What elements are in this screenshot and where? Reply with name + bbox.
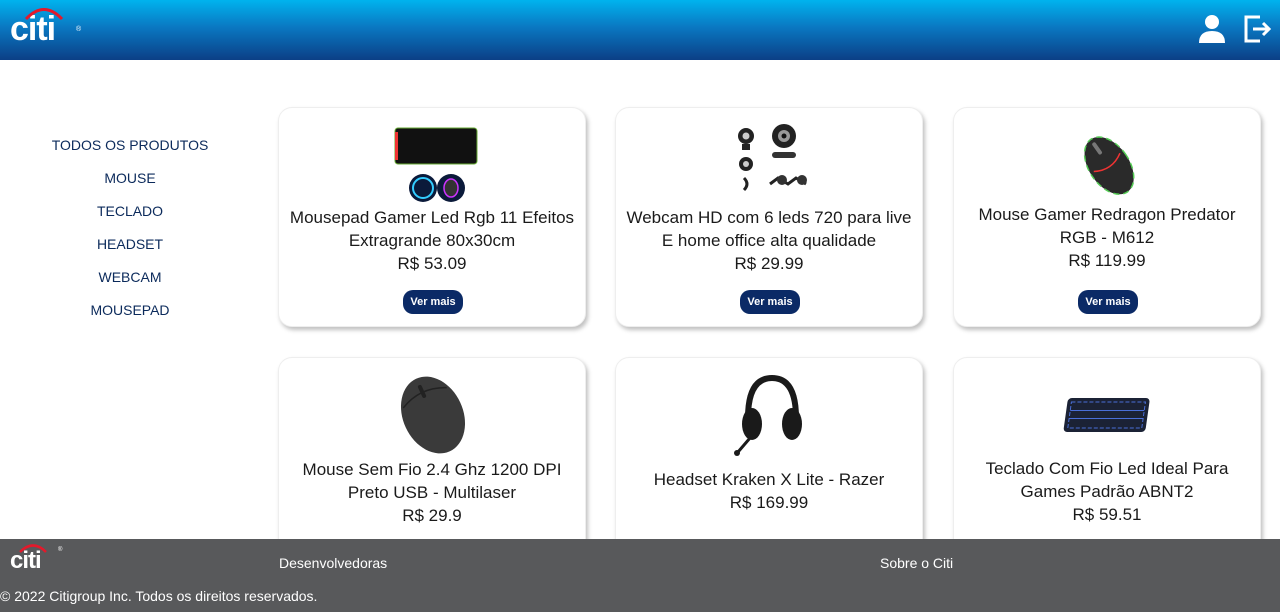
product-title: Webcam HD com 6 leds 720 para live E hom…: [626, 208, 912, 250]
keyboard-image: [1063, 398, 1150, 432]
webcam-image: [738, 124, 807, 192]
product-title: Mouse Sem Fio 2.4 Ghz 1200 DPI Preto USB…: [302, 460, 562, 502]
user-icon[interactable]: [1196, 13, 1228, 45]
product-price: R$ 29.99: [734, 254, 804, 273]
gaming-mouse-image: [1083, 136, 1135, 196]
sidebar-item-webcam[interactable]: WEBCAM: [30, 265, 230, 298]
product-price: R$ 59.51: [1072, 505, 1142, 524]
sidebar-item-mouse[interactable]: MOUSE: [30, 166, 230, 199]
logout-icon[interactable]: [1240, 13, 1272, 45]
footer-logo: citi ®: [10, 544, 63, 575]
see-more-button[interactable]: Ver mais: [403, 290, 463, 314]
sidebar-item-keyboard[interactable]: TECLADO: [30, 199, 230, 232]
sidebar-item-headset[interactable]: HEADSET: [30, 232, 230, 265]
footer-link-developers[interactable]: Desenvolvedoras: [279, 555, 387, 571]
product-card: Mouse Gamer Redragon Predator RGB - M612…: [953, 107, 1261, 327]
registered-mark: ®: [58, 547, 63, 553]
category-sidebar: TODOS OS PRODUTOS MOUSE TECLADO HEADSET …: [30, 133, 230, 331]
product-title: Headset Kraken X Lite - Razer: [653, 470, 885, 489]
product-card: Mousepad Gamer Led Rgb 11 Efeitos Extrag…: [278, 107, 586, 327]
product-title: Teclado Com Fio Led Ideal Para Games Pad…: [985, 459, 1229, 501]
footer-link-about[interactable]: Sobre o Citi: [880, 555, 953, 571]
citi-logo[interactable]: citi ®: [10, 8, 81, 49]
header: citi ®: [0, 0, 1280, 60]
product-price: R$ 53.09: [397, 254, 467, 273]
product-price: R$ 119.99: [1068, 251, 1146, 270]
registered-mark: ®: [76, 26, 81, 33]
citi-arc-icon: [19, 544, 47, 553]
copyright: © 2022 Citigroup Inc. Todos os direitos …: [0, 588, 318, 604]
sidebar-item-all-products[interactable]: TODOS OS PRODUTOS: [30, 133, 230, 166]
see-more-button[interactable]: Ver mais: [1078, 290, 1138, 314]
headset-image: [734, 374, 802, 456]
see-more-button[interactable]: Ver mais: [740, 290, 800, 314]
product-title: Mouse Gamer Redragon Predator RGB - M612: [978, 205, 1236, 247]
footer: citi ® Desenvolvedoras Sobre o Citi © 20…: [0, 539, 1280, 612]
product-card: Webcam HD com 6 leds 720 para live E hom…: [615, 107, 923, 327]
wireless-mouse-image: [400, 376, 466, 454]
sidebar-item-mousepad[interactable]: MOUSEPAD: [30, 298, 230, 331]
mousepad-image: [394, 127, 478, 202]
product-title: Mousepad Gamer Led Rgb 11 Efeitos Extrag…: [289, 208, 575, 250]
product-price: R$ 29.9: [402, 506, 462, 525]
product-price: R$ 169.99: [729, 493, 809, 512]
citi-arc-icon: [24, 8, 64, 20]
